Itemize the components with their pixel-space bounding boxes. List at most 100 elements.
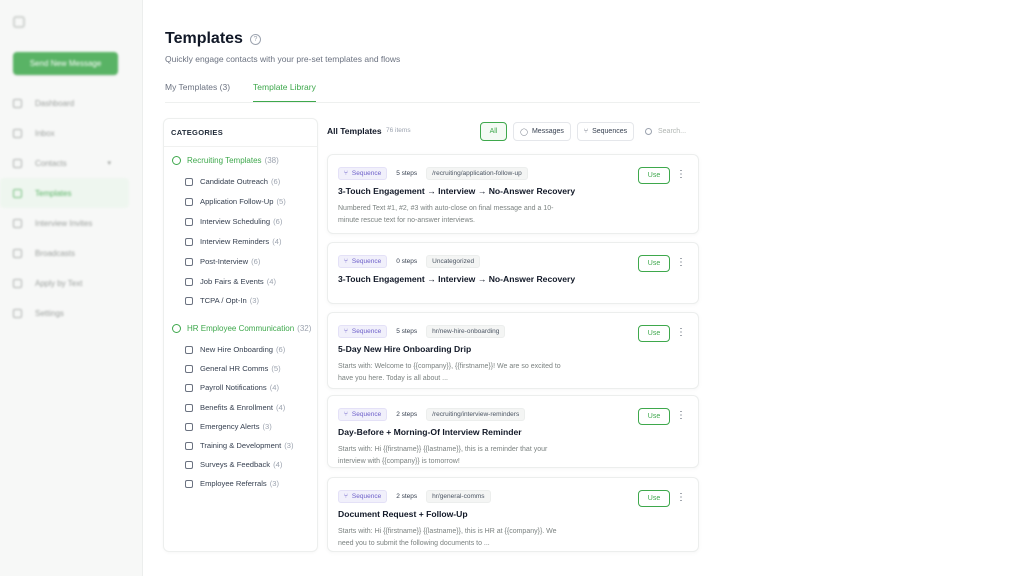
filter-sequences-button[interactable]: ⑂ Sequences bbox=[577, 122, 634, 141]
category-item-count: (4) bbox=[269, 383, 279, 392]
category-item-count: (4) bbox=[276, 403, 286, 412]
template-card[interactable]: ⑂ Sequence 5 steps /recruiting/applicatio… bbox=[327, 154, 699, 234]
template-description: Starts with: Hi {{firstname}} {{lastname… bbox=[338, 528, 557, 547]
category-item-interview-reminders[interactable]: Interview Reminders (4) bbox=[185, 237, 282, 246]
grid-icon[interactable] bbox=[13, 16, 25, 28]
category-item-candidate-outreach[interactable]: Candidate Outreach (6) bbox=[185, 177, 280, 186]
steps-chip: 0 steps bbox=[396, 258, 418, 265]
category-group-count: (38) bbox=[264, 156, 279, 165]
template-title: 3-Touch Engagement → Interview → No-Answ… bbox=[338, 186, 576, 196]
category-group-hr[interactable]: HR Employee Communication (32) bbox=[172, 324, 311, 333]
category-item-label: Interview Reminders bbox=[200, 237, 270, 246]
sidebar-item-settings[interactable]: Settings bbox=[0, 298, 143, 328]
filter-messages-button[interactable]: ◯ Messages bbox=[513, 122, 571, 141]
help-icon[interactable]: ? bbox=[250, 34, 261, 45]
sidebar-item-label: Contacts bbox=[35, 158, 67, 168]
categories-panel: CATEGORIES Recruiting Templates (38) Can… bbox=[163, 118, 318, 552]
template-title: 3-Touch Engagement → Interview → No-Answ… bbox=[338, 274, 576, 284]
sidebar-item-dashboard[interactable]: Dashboard bbox=[0, 88, 143, 118]
tab-my-templates[interactable]: My Templates (3) bbox=[165, 80, 230, 102]
path-chip: hr/general-comms bbox=[426, 490, 491, 503]
book-icon bbox=[185, 441, 193, 450]
filter-all-button[interactable]: All bbox=[480, 122, 507, 141]
chevron-down-icon: ▾ bbox=[107, 160, 111, 167]
type-chip: ⑂ Sequence bbox=[338, 408, 388, 421]
template-chips: ⑂ Sequence 0 steps Uncategorized bbox=[338, 255, 486, 268]
sidebar-item-broadcasts[interactable]: Broadcasts bbox=[0, 238, 143, 268]
calendar-icon bbox=[13, 218, 22, 228]
sidebar-nav: Dashboard Inbox Contacts ▾ Templates Inte… bbox=[0, 88, 143, 328]
category-item-post-interview[interactable]: Post-Interview (6) bbox=[185, 257, 260, 266]
template-card[interactable]: ⑂ Sequence 2 steps hr/general-comms Docum… bbox=[327, 477, 699, 552]
category-group-count: (32) bbox=[297, 324, 312, 333]
more-vertical-icon[interactable]: ⋮ bbox=[676, 491, 686, 505]
category-item-label: Job Fairs & Events bbox=[200, 277, 264, 286]
category-group-recruiting[interactable]: Recruiting Templates (38) bbox=[172, 156, 279, 165]
category-item-interview-scheduling[interactable]: Interview Scheduling (6) bbox=[185, 217, 282, 226]
template-card[interactable]: ⑂ Sequence 2 steps /recruiting/interview-… bbox=[327, 395, 699, 468]
use-button[interactable]: Use bbox=[638, 255, 670, 272]
category-item-payroll-notifications[interactable]: Payroll Notifications (4) bbox=[185, 383, 279, 392]
type-label: Sequence bbox=[351, 493, 382, 500]
path-chip: /recruiting/application-follow-up bbox=[426, 167, 528, 180]
bell-icon bbox=[185, 422, 193, 431]
category-item-label: Emergency Alerts bbox=[200, 422, 260, 431]
category-item-tcpa-opt-in[interactable]: TCPA / Opt-In (3) bbox=[185, 296, 259, 305]
template-title: 5-Day New Hire Onboarding Drip bbox=[338, 344, 472, 354]
page-title: Templates bbox=[165, 30, 243, 47]
category-group-label: HR Employee Communication bbox=[187, 324, 295, 333]
category-item-surveys-feedback[interactable]: Surveys & Feedback (4) bbox=[185, 460, 282, 469]
tabs-divider bbox=[165, 102, 700, 103]
mail-icon bbox=[185, 197, 193, 206]
sidebar-item-apply-by-text[interactable]: Apply by Text bbox=[0, 268, 143, 298]
sidebar-item-contacts[interactable]: Contacts ▾ bbox=[0, 148, 143, 178]
path-chip: /recruiting/interview-reminders bbox=[426, 408, 526, 421]
filter-label: Sequences bbox=[592, 128, 628, 135]
more-vertical-icon[interactable]: ⋮ bbox=[676, 326, 686, 340]
sidebar-item-label: Interview Invites bbox=[35, 218, 93, 228]
category-item-label: Post-Interview bbox=[200, 257, 249, 266]
more-vertical-icon[interactable]: ⋮ bbox=[676, 168, 686, 182]
type-chip: ⑂ Sequence bbox=[338, 490, 388, 503]
sidebar-item-label: Broadcasts bbox=[35, 248, 76, 258]
sidebar: Send New Message Dashboard Inbox Contact… bbox=[0, 0, 143, 576]
use-button[interactable]: Use bbox=[638, 325, 670, 342]
search-placeholder: Search... bbox=[658, 128, 687, 135]
category-item-label: Benefits & Enrollment bbox=[200, 403, 274, 412]
category-item-count: (6) bbox=[251, 257, 261, 266]
use-button[interactable]: Use bbox=[638, 408, 670, 425]
send-new-message-button[interactable]: Send New Message bbox=[13, 52, 118, 75]
category-item-new-hire-onboarding[interactable]: New Hire Onboarding (6) bbox=[185, 345, 285, 354]
template-card[interactable]: ⑂ Sequence 5 steps hr/new-hire-onboarding… bbox=[327, 312, 699, 389]
use-button[interactable]: Use bbox=[638, 167, 670, 184]
branch-icon: ⑂ bbox=[344, 411, 348, 418]
category-item-training-development[interactable]: Training & Development (3) bbox=[185, 441, 293, 450]
category-item-count: (6) bbox=[270, 177, 281, 186]
category-item-count: (4) bbox=[272, 237, 282, 246]
sidebar-item-templates[interactable]: Templates bbox=[0, 178, 129, 208]
chat-icon: ◯ bbox=[520, 128, 528, 136]
steps-chip: 5 steps bbox=[396, 328, 418, 335]
category-item-employee-referrals[interactable]: Employee Referrals (3) bbox=[185, 479, 279, 488]
type-chip: ⑂ Sequence bbox=[338, 325, 388, 338]
template-title: Document Request + Follow-Up bbox=[338, 509, 468, 519]
tab-template-library[interactable]: Template Library bbox=[253, 80, 316, 102]
template-card[interactable]: ⑂ Sequence 0 steps Uncategorized 3-Touch … bbox=[327, 242, 699, 304]
category-item-benefits-enrollment[interactable]: Benefits & Enrollment (4) bbox=[185, 403, 285, 412]
steps-chip: 5 steps bbox=[396, 170, 418, 177]
sidebar-item-interview-invites[interactable]: Interview Invites bbox=[0, 208, 143, 238]
more-vertical-icon[interactable]: ⋮ bbox=[676, 256, 686, 270]
users-icon bbox=[172, 156, 181, 165]
category-item-emergency-alerts[interactable]: Emergency Alerts (3) bbox=[185, 422, 272, 431]
search-input[interactable]: Search... bbox=[640, 122, 696, 141]
category-item-application-follow-up[interactable]: Application Follow-Up (5) bbox=[185, 197, 286, 206]
template-description: Starts with: Hi {{firstname}} {{lastname… bbox=[338, 446, 548, 465]
category-item-general-hr-comms[interactable]: General HR Comms (5) bbox=[185, 364, 281, 373]
steps-chip: 2 steps bbox=[396, 493, 418, 500]
type-label: Sequence bbox=[351, 411, 382, 418]
category-item-job-fairs[interactable]: Job Fairs & Events (4) bbox=[185, 277, 276, 286]
sidebar-item-inbox[interactable]: Inbox bbox=[0, 118, 143, 148]
use-button[interactable]: Use bbox=[638, 490, 670, 507]
branch-icon: ⑂ bbox=[344, 258, 348, 265]
more-vertical-icon[interactable]: ⋮ bbox=[676, 409, 686, 423]
